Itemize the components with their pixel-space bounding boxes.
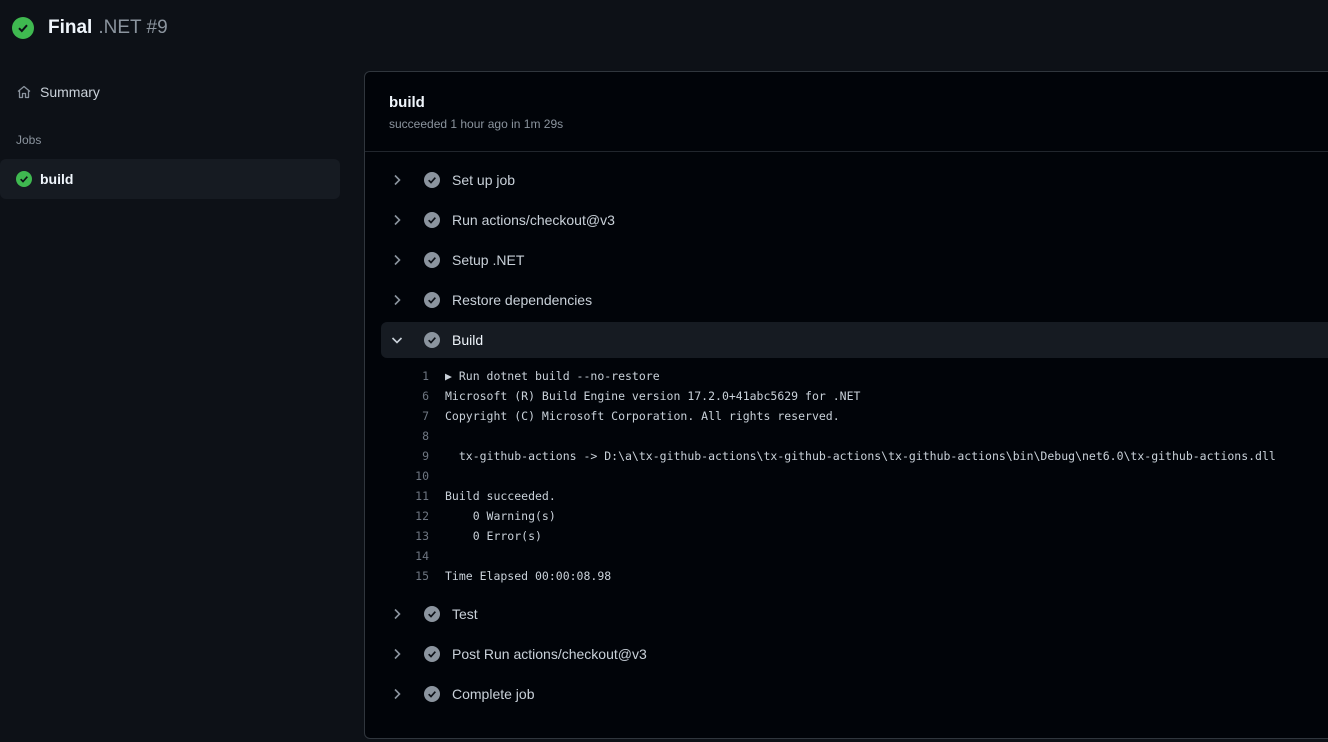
chevron-right-icon	[389, 292, 405, 308]
step-setup-dotnet[interactable]: Setup .NET	[381, 242, 1328, 278]
chevron-right-icon	[389, 686, 405, 702]
check-circle-icon	[424, 252, 440, 268]
line-number: 15	[415, 569, 429, 583]
log-text: Build succeeded.	[445, 489, 556, 503]
run-title: Final	[48, 17, 93, 38]
line-number: 10	[415, 469, 429, 483]
log-line: 10	[381, 466, 1328, 486]
step-run-checkout[interactable]: Run actions/checkout@v3	[381, 202, 1328, 238]
step-name: Post Run actions/checkout@v3	[452, 646, 647, 662]
log-text: Copyright (C) Microsoft Corporation. All…	[445, 409, 840, 423]
log-line: 11 Build succeeded.	[381, 486, 1328, 506]
step-name: Set up job	[452, 172, 516, 188]
step-name: Setup .NET	[452, 252, 525, 268]
build-log: 1 ▶ Run dotnet build --no-restore 6 Micros…	[381, 358, 1328, 592]
step-set-up-job[interactable]: Set up job	[381, 162, 1328, 198]
line-number: 8	[422, 429, 429, 443]
step-name: Complete job	[452, 686, 535, 702]
step-name: Run actions/checkout@v3	[452, 212, 615, 228]
run-header: Final .NET #9	[0, 0, 1328, 56]
sidebar-item-build[interactable]: build	[0, 159, 340, 199]
chevron-right-icon	[389, 212, 405, 228]
log-text: 0 Error(s)	[445, 529, 542, 543]
check-circle-icon	[424, 686, 440, 702]
line-number: 14	[415, 549, 429, 563]
chevron-right-icon	[389, 646, 405, 662]
check-circle-icon	[424, 646, 440, 662]
log-line: 7 Copyright (C) Microsoft Corporation. Al…	[381, 406, 1328, 426]
log-text: ▶ Run dotnet build --no-restore	[445, 369, 660, 383]
log-line: 13 0 Error(s)	[381, 526, 1328, 546]
log-text: 0 Warning(s)	[445, 509, 556, 523]
step-name: Test	[452, 606, 478, 622]
sidebar-item-label: Summary	[40, 84, 100, 100]
step-name: Build	[452, 332, 484, 348]
chevron-right-icon	[389, 606, 405, 622]
chevron-right-icon	[389, 252, 405, 268]
check-circle-icon	[424, 292, 440, 308]
log-text: Microsoft (R) Build Engine version 17.2.…	[445, 389, 861, 403]
job-title: build	[389, 94, 425, 111]
log-text: tx-github-actions -> D:\a\tx-github-acti…	[445, 449, 1276, 463]
line-number: 7	[422, 409, 429, 423]
check-circle-icon	[16, 171, 32, 187]
check-circle-icon	[424, 212, 440, 228]
check-circle-icon	[424, 606, 440, 622]
log-line: 8	[381, 426, 1328, 446]
check-circle-icon	[424, 172, 440, 188]
steps-list: Set up job Run actions/checkout@v3 Setup…	[365, 152, 1328, 712]
sidebar-item-label: build	[40, 171, 74, 187]
log-line: 14	[381, 546, 1328, 566]
line-number: 11	[415, 489, 429, 503]
check-circle-icon	[12, 17, 34, 39]
step-build[interactable]: Build	[381, 322, 1328, 358]
job-panel: build succeeded 1 hour ago in 1m 29s Set…	[364, 71, 1328, 739]
log-line[interactable]: 1 ▶ Run dotnet build --no-restore	[381, 366, 1328, 386]
run-subtitle: .NET #9	[98, 17, 168, 38]
check-circle-icon	[424, 332, 440, 348]
log-line: 12 0 Warning(s)	[381, 506, 1328, 526]
log-line: 6 Microsoft (R) Build Engine version 17.2…	[381, 386, 1328, 406]
step-test[interactable]: Test	[381, 596, 1328, 632]
sidebar: Summary Jobs build	[0, 72, 340, 199]
line-number: 12	[415, 509, 429, 523]
step-complete-job[interactable]: Complete job	[381, 676, 1328, 712]
line-number: 1	[422, 369, 429, 383]
job-header: build succeeded 1 hour ago in 1m 29s	[365, 72, 1328, 152]
line-number: 13	[415, 529, 429, 543]
line-number: 9	[422, 449, 429, 463]
step-post-run-checkout[interactable]: Post Run actions/checkout@v3	[381, 636, 1328, 672]
home-icon	[16, 84, 32, 100]
line-number: 6	[422, 389, 429, 403]
step-name: Restore dependencies	[452, 292, 593, 308]
jobs-heading: Jobs	[16, 133, 42, 147]
chevron-down-icon	[389, 332, 405, 348]
chevron-right-icon	[389, 172, 405, 188]
log-line: 9 tx-github-actions -> D:\a\tx-github-ac…	[381, 446, 1328, 466]
sidebar-item-summary[interactable]: Summary	[0, 72, 340, 112]
log-line: 15 Time Elapsed 00:00:08.98	[381, 566, 1328, 586]
job-meta: succeeded 1 hour ago in 1m 29s	[389, 117, 564, 131]
log-text: Time Elapsed 00:00:08.98	[445, 569, 612, 583]
step-restore-dependencies[interactable]: Restore dependencies	[381, 282, 1328, 318]
